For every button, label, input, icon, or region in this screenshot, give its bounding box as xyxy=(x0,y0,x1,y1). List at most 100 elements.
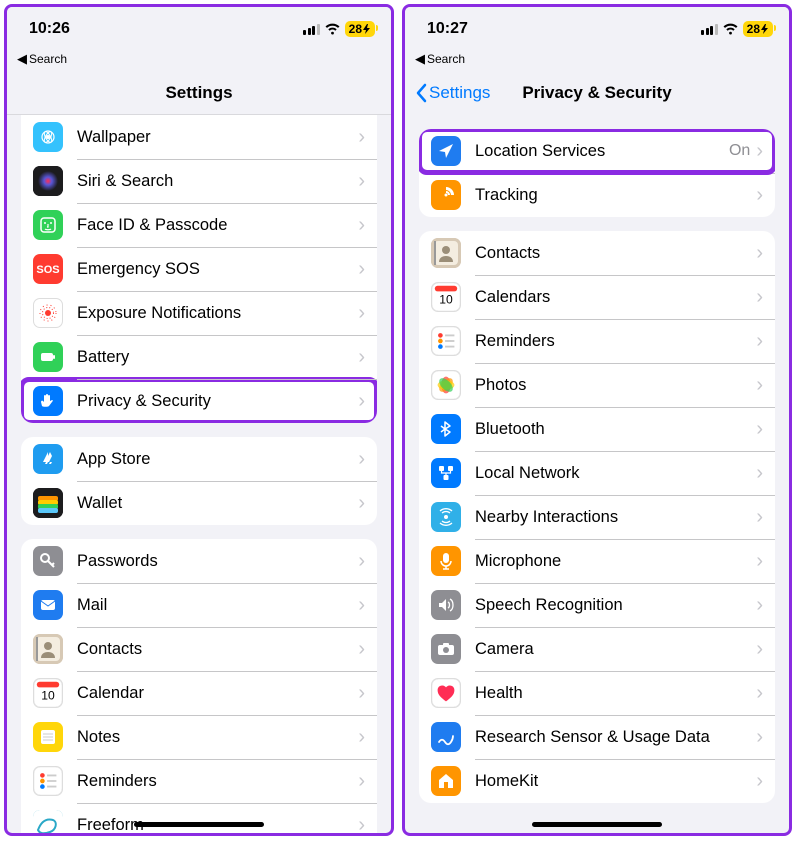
row-contacts2[interactable]: Contacts› xyxy=(419,231,775,275)
row-label: Mail xyxy=(77,596,358,615)
row-siri[interactable]: Siri & Search› xyxy=(21,159,377,203)
back-button[interactable]: Settings xyxy=(415,83,490,103)
row-label: Research Sensor & Usage Data xyxy=(475,728,756,747)
row-label: Exposure Notifications xyxy=(77,304,358,323)
row-location[interactable]: Location ServicesOn› xyxy=(419,129,775,173)
row-label: Health xyxy=(475,684,756,703)
row-label: Reminders xyxy=(77,772,358,791)
row-speech[interactable]: Speech Recognition› xyxy=(419,583,775,627)
row-label: Bluetooth xyxy=(475,420,756,439)
chevron-right-icon: › xyxy=(358,492,365,515)
wifi-icon xyxy=(722,23,739,36)
status-bar: 10:27 28 xyxy=(405,7,789,51)
chevron-right-icon: › xyxy=(756,770,763,793)
localnet-icon xyxy=(431,458,461,488)
chevron-right-icon: › xyxy=(756,594,763,617)
row-label: Contacts xyxy=(77,640,358,659)
row-sos[interactable]: SOSEmergency SOS› xyxy=(21,247,377,291)
photos-icon xyxy=(431,370,461,400)
row-label: Wallet xyxy=(77,494,358,513)
chevron-left-icon xyxy=(415,83,427,103)
battery-icon xyxy=(33,342,63,372)
chevron-right-icon: › xyxy=(358,726,365,749)
chevron-right-icon: › xyxy=(756,242,763,265)
row-camera[interactable]: Camera› xyxy=(419,627,775,671)
settings-list[interactable]: Wallpaper›Siri & Search›Face ID & Passco… xyxy=(7,115,391,833)
research-icon xyxy=(431,722,461,752)
row-research[interactable]: Research Sensor & Usage Data› xyxy=(419,715,775,759)
svg-text:10: 10 xyxy=(439,293,453,307)
breadcrumb[interactable]: ◀ Search xyxy=(7,51,391,71)
row-microphone[interactable]: Microphone› xyxy=(419,539,775,583)
svg-text:10: 10 xyxy=(41,689,55,703)
home-indicator[interactable] xyxy=(532,822,662,827)
row-homekit[interactable]: HomeKit› xyxy=(419,759,775,803)
row-hand[interactable]: Privacy & Security› xyxy=(21,379,377,423)
row-label: App Store xyxy=(77,450,358,469)
chevron-right-icon: › xyxy=(756,330,763,353)
row-photos[interactable]: Photos› xyxy=(419,363,775,407)
chevron-right-icon: › xyxy=(358,258,365,281)
wallpaper-icon xyxy=(33,122,63,152)
row-label: Passwords xyxy=(77,552,358,571)
row-exposure[interactable]: Exposure Notifications› xyxy=(21,291,377,335)
chevron-right-icon: › xyxy=(756,286,763,309)
row-nearby[interactable]: Nearby Interactions› xyxy=(419,495,775,539)
row-tracking[interactable]: Tracking› xyxy=(419,173,775,217)
row-wallet[interactable]: Wallet› xyxy=(21,481,377,525)
row-label: Local Network xyxy=(475,464,756,483)
row-reminders[interactable]: Reminders› xyxy=(21,759,377,803)
breadcrumb[interactable]: ◀ Search xyxy=(405,51,789,71)
chevron-right-icon: › xyxy=(756,682,763,705)
row-label: Emergency SOS xyxy=(77,260,358,279)
row-key[interactable]: Passwords› xyxy=(21,539,377,583)
settings-group: Passwords›Mail›Contacts›10Calendar›Notes… xyxy=(21,539,377,833)
chevron-right-icon: › xyxy=(756,726,763,749)
chevron-right-icon: › xyxy=(756,140,763,163)
row-reminders2[interactable]: Reminders› xyxy=(419,319,775,363)
contacts2-icon xyxy=(431,238,461,268)
row-appstore[interactable]: App Store› xyxy=(21,437,377,481)
cellular-signal-icon xyxy=(303,24,320,35)
chevron-right-icon: › xyxy=(358,770,365,793)
row-label: Wallpaper xyxy=(77,128,358,147)
privacy-list[interactable]: Location ServicesOn›Tracking›Contacts›10… xyxy=(405,115,789,833)
status-time: 10:26 xyxy=(29,20,70,38)
privacy-screen: 10:27 28 ◀ Search Settings Privacy & Sec… xyxy=(402,4,792,836)
row-wallpaper[interactable]: Wallpaper› xyxy=(21,115,377,159)
freeform-icon xyxy=(33,810,63,833)
row-label: Nearby Interactions xyxy=(475,508,756,527)
calendar-icon: 10 xyxy=(33,678,63,708)
row-localnet[interactable]: Local Network› xyxy=(419,451,775,495)
row-bluetooth[interactable]: Bluetooth› xyxy=(419,407,775,451)
chevron-right-icon: › xyxy=(358,170,365,193)
chevron-right-icon: › xyxy=(358,550,365,573)
reminders2-icon xyxy=(431,326,461,356)
chevron-right-icon: › xyxy=(756,374,763,397)
row-freeform[interactable]: Freeform› xyxy=(21,803,377,833)
wifi-icon xyxy=(324,23,341,36)
row-mail[interactable]: Mail› xyxy=(21,583,377,627)
row-notes[interactable]: Notes› xyxy=(21,715,377,759)
row-health[interactable]: Health› xyxy=(419,671,775,715)
home-indicator[interactable] xyxy=(134,822,264,827)
row-label: Notes xyxy=(77,728,358,747)
speech-icon xyxy=(431,590,461,620)
microphone-icon xyxy=(431,546,461,576)
health-icon xyxy=(431,678,461,708)
bluetooth-icon xyxy=(431,414,461,444)
back-label: Settings xyxy=(429,83,490,103)
settings-group: Contacts›10Calendars›Reminders›Photos›Bl… xyxy=(419,231,775,803)
row-battery[interactable]: Battery› xyxy=(21,335,377,379)
row-label: Contacts xyxy=(475,244,756,263)
settings-group: Wallpaper›Siri & Search›Face ID & Passco… xyxy=(21,115,377,423)
chevron-right-icon: › xyxy=(756,638,763,661)
row-contacts[interactable]: Contacts› xyxy=(21,627,377,671)
row-label: Siri & Search xyxy=(77,172,358,191)
row-calendar[interactable]: 10Calendar› xyxy=(21,671,377,715)
chevron-right-icon: › xyxy=(756,418,763,441)
chevron-right-icon: › xyxy=(358,682,365,705)
row-faceid[interactable]: Face ID & Passcode› xyxy=(21,203,377,247)
chevron-right-icon: › xyxy=(358,346,365,369)
row-calendars[interactable]: 10Calendars› xyxy=(419,275,775,319)
